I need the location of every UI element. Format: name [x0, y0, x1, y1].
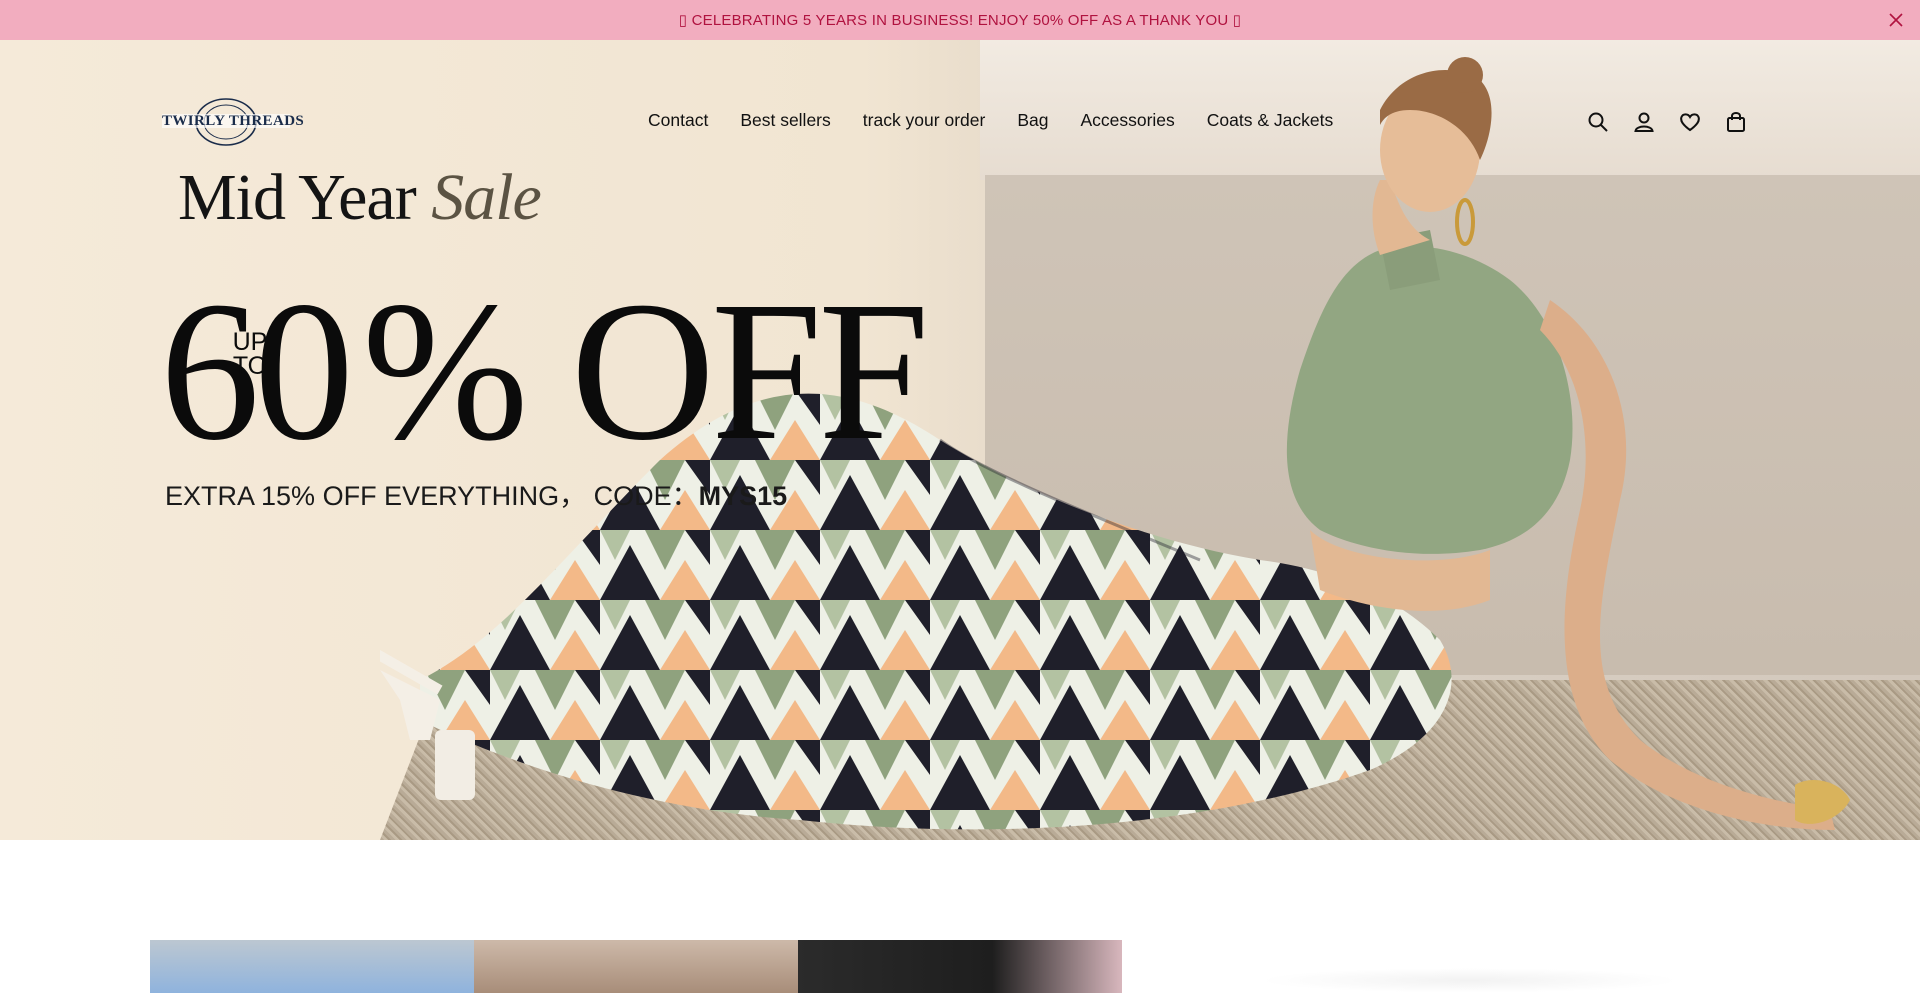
product-tile[interactable] [798, 940, 1122, 993]
account-icon[interactable] [1632, 110, 1656, 134]
nav-item-accessories[interactable]: Accessories [1080, 110, 1174, 131]
header-icons [1586, 110, 1748, 134]
hero-code-value: MYS15 [698, 481, 788, 511]
hero-to-label: TO [232, 352, 268, 380]
main-nav: Contact Best sellers track your order Ba… [648, 110, 1333, 131]
hero-code-prefix: EXTRA 15% OFF EVERYTHING， CODE： [165, 481, 699, 511]
nav-item-contact[interactable]: Contact [648, 110, 708, 131]
product-tile[interactable] [150, 940, 474, 993]
brand-logo[interactable]: TWIRLY THREADS [160, 96, 304, 148]
wishlist-icon[interactable] [1678, 110, 1702, 134]
hero-discount-rest: % OFF [362, 261, 929, 482]
nav-item-bag[interactable]: Bag [1017, 110, 1048, 131]
close-icon[interactable] [1886, 10, 1906, 30]
product-strip [150, 940, 1122, 993]
announcement-text: ▯ CELEBRATING 5 YEARS IN BUSINESS! ENJOY… [678, 12, 1242, 29]
hero-discount: 60 UP TO % OFF [160, 261, 929, 482]
hero-up-label: UP [232, 328, 268, 356]
hero-promo-code: EXTRA 15% OFF EVERYTHING， CODE：MYS15 [165, 474, 787, 513]
search-icon[interactable] [1586, 110, 1610, 134]
cart-icon[interactable] [1724, 110, 1748, 134]
hero-kicker-accent: Sale [431, 161, 542, 234]
logo-text: TWIRLY THREADS [162, 113, 305, 129]
nav-item-track-order[interactable]: track your order [863, 110, 986, 131]
product-image-placeholder [1260, 968, 1680, 993]
product-tile[interactable] [474, 940, 798, 993]
nav-item-coats-jackets[interactable]: Coats & Jackets [1207, 110, 1333, 131]
announcement-bar: ▯ CELEBRATING 5 YEARS IN BUSINESS! ENJOY… [0, 0, 1920, 40]
nav-item-best-sellers[interactable]: Best sellers [740, 110, 830, 131]
hero-kicker-main: Mid Year [178, 161, 417, 234]
hero-up-to: UP TO [230, 328, 270, 380]
hero-kicker: Mid Year Sale [178, 160, 542, 236]
